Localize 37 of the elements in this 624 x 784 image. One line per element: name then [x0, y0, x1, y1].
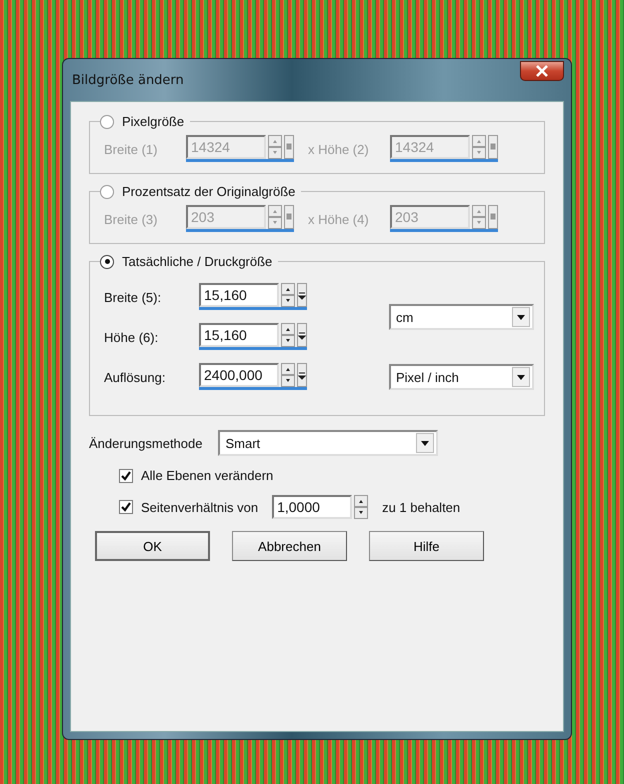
- window-title: Bildgröße ändern: [71, 72, 184, 88]
- caret-icon[interactable]: [297, 283, 307, 307]
- method-dropdown[interactable]: Smart: [218, 430, 438, 456]
- checkbox[interactable]: [119, 500, 133, 514]
- number-field[interactable]: 2400,000: [199, 363, 279, 387]
- checkbox-label: Seitenverhältnis von: [141, 500, 258, 514]
- spin-arrows-icon[interactable]: [354, 495, 368, 519]
- field-label: x Höhe (4): [308, 212, 370, 226]
- field-label: Auflösung:: [104, 370, 166, 384]
- radio-label: Pixelgröße: [122, 114, 184, 129]
- field-label: Höhe (6):: [104, 330, 160, 344]
- field-label: Breite (3): [104, 212, 158, 226]
- method-label: Änderungsmethode: [89, 436, 202, 450]
- spin-arrows-icon[interactable]: [281, 323, 295, 347]
- spin-arrows-icon[interactable]: [281, 363, 295, 387]
- radio-label: Prozentsatz der Originalgröße: [122, 184, 296, 199]
- number-field[interactable]: 15,160: [199, 323, 279, 347]
- field-label: Breite (1): [104, 142, 158, 156]
- dialog-button[interactable]: Abbrechen: [232, 531, 347, 561]
- ratio-field[interactable]: 1,0000: [272, 495, 352, 519]
- unit-dropdown[interactable]: cm: [389, 304, 534, 330]
- close-icon: [535, 65, 549, 77]
- dialog-button[interactable]: OK: [95, 531, 210, 561]
- number-field[interactable]: 15,160: [199, 283, 279, 307]
- radio-label: Tatsächliche / Druckgröße: [122, 254, 272, 269]
- dialog-button[interactable]: Hilfe: [369, 531, 484, 561]
- spin-arrows-icon[interactable]: [281, 283, 295, 307]
- caret-icon[interactable]: [297, 363, 307, 387]
- field-label: Breite (5):: [104, 290, 162, 304]
- field-label: x Höhe (2): [308, 142, 370, 156]
- checkbox-label: Alle Ebenen verändern: [141, 468, 274, 483]
- caret-icon[interactable]: [297, 323, 307, 347]
- radio-button[interactable]: [100, 254, 114, 268]
- close-button[interactable]: [520, 61, 564, 81]
- unit-dropdown[interactable]: Pixel / inch: [389, 364, 534, 390]
- ratio-suffix: zu 1 behalten: [382, 500, 460, 514]
- checkbox[interactable]: [119, 468, 133, 482]
